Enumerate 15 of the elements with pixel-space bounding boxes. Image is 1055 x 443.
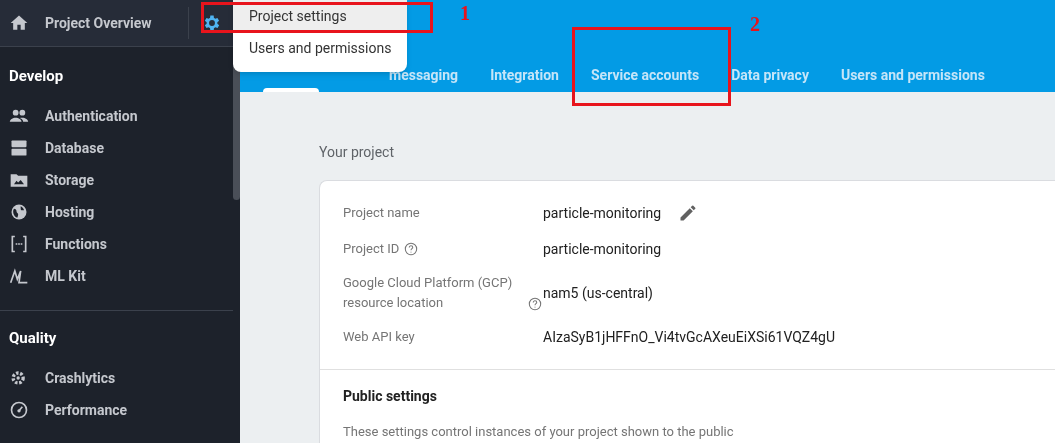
field-label: Project ID (343, 240, 400, 258)
field-value: particle-monitoring (543, 239, 662, 259)
field-label: Google Cloud Platform (GCP) resource location (343, 274, 514, 312)
field-value: AIzaSyB1jHFFnO_Vi4tvGcAXeuEiXSi61VQZ4gU (543, 327, 836, 347)
section-title: Your project (319, 143, 396, 162)
section-heading: Quality (8, 328, 58, 349)
field-label: Project name (343, 204, 420, 222)
description-text: These settings control instances of your project shown to the public (343, 423, 735, 441)
annotation-number: 2 (750, 14, 760, 34)
annotation-number: 1 (460, 3, 470, 23)
subsection-title: Public settings (343, 387, 438, 406)
section-heading: Develop (8, 66, 65, 87)
field-label: Web API key (343, 328, 415, 346)
field-value: nam5 (us-central) (543, 283, 653, 304)
field-value: particle-monitoring (543, 203, 662, 223)
